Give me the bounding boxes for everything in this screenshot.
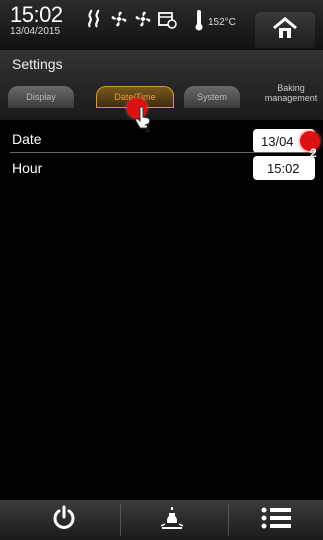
hour-row: Hour 15:02	[0, 155, 323, 182]
date-label: Date	[12, 131, 42, 147]
hour-field[interactable]: 15:02	[253, 156, 315, 180]
steam-icon	[85, 8, 105, 30]
lamp-button[interactable]	[118, 500, 225, 540]
home-button[interactable]	[255, 12, 315, 48]
bottom-toolbar	[0, 500, 323, 540]
lamp-icon	[157, 504, 187, 537]
status-bar: 15:02 13/04/2015 152°C	[0, 0, 323, 50]
fan-icon	[109, 8, 129, 30]
tab-system[interactable]: System	[184, 86, 240, 108]
settings-header: Settings Display Date/Time System Baking…	[0, 50, 323, 120]
power-button[interactable]	[10, 500, 117, 540]
page-title: Settings	[12, 56, 63, 72]
hour-label: Hour	[12, 160, 43, 176]
thermometer-icon	[195, 9, 203, 36]
divider	[10, 152, 310, 153]
tab-baking-management[interactable]: Baking management	[258, 78, 323, 108]
status-icons	[85, 8, 177, 30]
tab-display[interactable]: Display	[8, 86, 74, 108]
fan-icon	[133, 8, 153, 30]
menu-list-icon	[261, 506, 291, 535]
calendar-clock-icon	[157, 8, 177, 30]
temperature-indicator: 152°C	[195, 9, 236, 36]
temperature-value: 152°C	[208, 17, 236, 28]
power-icon	[51, 505, 77, 536]
clock-time: 15:02	[10, 2, 63, 27]
clock-date: 13/04/2015	[10, 26, 61, 37]
menu-button[interactable]	[222, 500, 323, 540]
date-row: Date 13/04	[0, 125, 323, 153]
home-icon	[272, 16, 298, 44]
